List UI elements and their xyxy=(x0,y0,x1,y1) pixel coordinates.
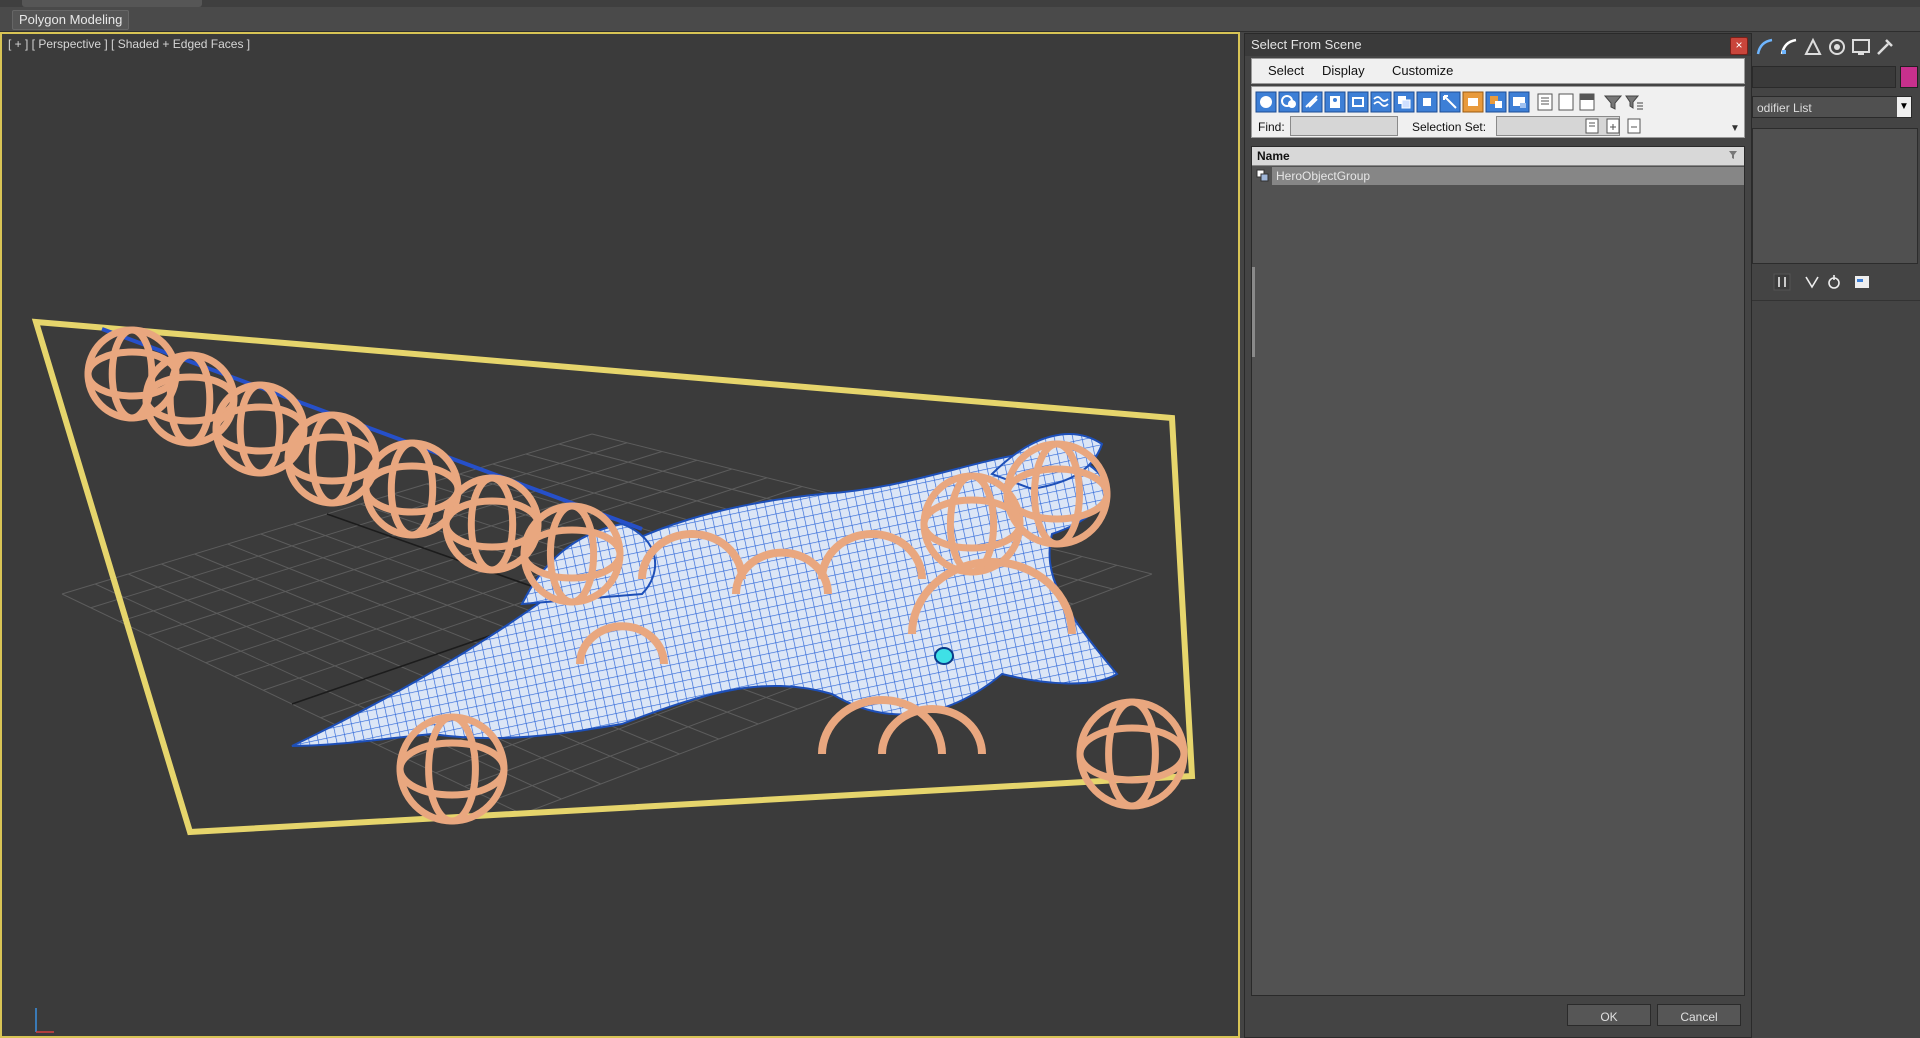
display-tab-icon[interactable] xyxy=(1850,36,1872,58)
select-from-scene-dialog: Select From Scene × Select Display Custo… xyxy=(1244,33,1752,1038)
scene-object-list[interactable]: Name HeroObjectGroup xyxy=(1251,146,1745,996)
modify-tab-icon[interactable] xyxy=(1778,36,1800,58)
modifier-stack[interactable] xyxy=(1752,128,1918,264)
motion-tab-icon[interactable] xyxy=(1826,36,1848,58)
panel-divider xyxy=(1752,300,1920,301)
command-panel-tabs xyxy=(1752,32,1920,62)
add-to-selection-set-button[interactable] xyxy=(1603,116,1623,136)
ribbon-tab-bar xyxy=(0,0,1920,7)
polygon-modeling-panel-button[interactable]: Polygon Modeling xyxy=(12,10,130,30)
ribbon-tab-freeform[interactable] xyxy=(218,0,308,7)
bone-ring xyxy=(1076,698,1188,810)
modifier-stack-toolbar xyxy=(1752,270,1920,296)
list-scrollbar[interactable] xyxy=(1252,267,1255,357)
object-name-field[interactable] xyxy=(1752,66,1896,88)
chevron-down-icon: ▼ xyxy=(1897,97,1911,117)
create-tab-icon[interactable] xyxy=(1754,36,1776,58)
close-icon: × xyxy=(1735,38,1743,52)
display-lights-button[interactable] xyxy=(1301,91,1323,113)
viewport-scene[interactable] xyxy=(2,34,1238,1036)
display-spacewarps-button[interactable] xyxy=(1370,91,1392,113)
menu-select[interactable]: Select xyxy=(1268,63,1304,78)
bone-ring xyxy=(308,411,356,507)
modifier-list-dropdown[interactable]: odifier List ▼ xyxy=(1752,96,1912,118)
command-panel: odifier List ▼ xyxy=(1752,32,1920,1038)
modifier-list-label: odifier List xyxy=(1757,101,1812,115)
bone-ring-sphere[interactable] xyxy=(142,351,238,447)
group-icon xyxy=(1256,169,1269,182)
make-unique-icon[interactable] xyxy=(1824,272,1844,292)
display-geometry-button[interactable] xyxy=(1255,91,1277,113)
selection-set-label: Selection Set: xyxy=(1412,120,1487,134)
bone-ring-sphere[interactable] xyxy=(1076,698,1188,810)
close-button[interactable]: × xyxy=(1730,37,1748,55)
dolphin-eye xyxy=(934,647,954,665)
bone-ring xyxy=(467,474,517,574)
display-xrefs-button[interactable] xyxy=(1416,91,1438,113)
dialog-title: Select From Scene xyxy=(1251,37,1362,52)
display-shapes-button[interactable] xyxy=(1278,91,1300,113)
display-groups-button[interactable] xyxy=(1393,91,1415,113)
find-label: Find: xyxy=(1258,120,1285,134)
column-filter-icon[interactable] xyxy=(1728,150,1738,160)
list-item-label: HeroObjectGroup xyxy=(1276,169,1371,183)
menu-customize[interactable]: Customize xyxy=(1392,63,1453,78)
menu-display[interactable]: Display xyxy=(1322,63,1365,78)
bone-ring xyxy=(284,433,380,485)
dialog-toolbar: Find: Selection Set: ▼ ▼ xyxy=(1251,86,1745,138)
bone-ring xyxy=(166,351,214,447)
bone-ring xyxy=(396,739,508,799)
bone-ring xyxy=(1105,698,1159,810)
ribbon-panel: Polygon Modeling xyxy=(0,7,1920,32)
viewport-label[interactable]: [ + ] [ Perspective ] [ Shaded + Edged F… xyxy=(8,37,250,51)
filter-settings-icon[interactable] xyxy=(1623,91,1645,113)
display-containers-button[interactable] xyxy=(1462,91,1484,113)
select-invert-button[interactable] xyxy=(1576,91,1598,113)
display-hidden-button[interactable] xyxy=(1508,91,1530,113)
remove-from-selection-set-button[interactable] xyxy=(1624,116,1644,136)
dialog-menu-bar: Select Display Customize xyxy=(1251,58,1745,84)
display-helpers-button[interactable] xyxy=(1347,91,1369,113)
object-color-swatch[interactable] xyxy=(1900,66,1918,88)
bone-arch[interactable] xyxy=(878,705,986,755)
show-end-result-icon[interactable] xyxy=(1802,272,1822,292)
pin-stack-icon[interactable] xyxy=(1772,272,1792,292)
select-all-button[interactable] xyxy=(1534,91,1556,113)
select-none-button[interactable] xyxy=(1555,91,1577,113)
ribbon-tab-object-paint[interactable] xyxy=(420,0,530,7)
axis-tripod-icon xyxy=(35,1008,54,1033)
filter-icon[interactable] xyxy=(1602,91,1624,113)
dialog-footer: OK Cancel xyxy=(1251,1000,1745,1036)
bone-ring xyxy=(142,351,238,447)
display-cameras-button[interactable] xyxy=(1324,91,1346,113)
list-item[interactable]: HeroObjectGroup xyxy=(1252,167,1744,185)
bone-ring xyxy=(236,381,284,477)
utilities-tab-icon[interactable] xyxy=(1874,36,1896,58)
perspective-viewport[interactable]: [ + ] [ Perspective ] [ Shaded + Edged F… xyxy=(0,32,1240,1038)
bone-ring xyxy=(84,348,180,400)
ribbon-tab-selection[interactable] xyxy=(318,0,408,7)
toolbar-overflow-icon[interactable]: ▼ xyxy=(1730,123,1740,134)
ribbon-tab-graphite-modeling[interactable] xyxy=(22,0,202,7)
bone-ring xyxy=(84,326,180,422)
bone-ring-sphere[interactable] xyxy=(84,326,180,422)
create-selection-set-button[interactable] xyxy=(1582,116,1602,136)
ok-button[interactable]: OK xyxy=(1567,1004,1651,1026)
cancel-button[interactable]: Cancel xyxy=(1657,1004,1741,1026)
display-frozen-button[interactable] xyxy=(1485,91,1507,113)
configure-modifier-sets-icon[interactable] xyxy=(1852,272,1872,292)
find-input[interactable] xyxy=(1290,116,1398,136)
display-bones-button[interactable] xyxy=(1439,91,1461,113)
list-header: Name xyxy=(1252,147,1744,166)
column-header-name[interactable]: Name xyxy=(1257,149,1290,163)
bone-ring xyxy=(362,462,462,516)
dialog-title-bar[interactable]: Select From Scene × xyxy=(1245,34,1751,56)
hierarchy-tab-icon[interactable] xyxy=(1802,36,1824,58)
bone-ring xyxy=(1076,724,1188,784)
